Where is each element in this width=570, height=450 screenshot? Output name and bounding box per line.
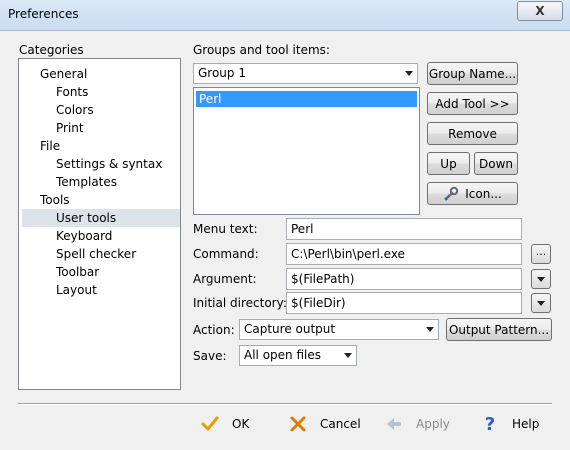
action-select-value: Capture output: [244, 322, 336, 336]
category-item[interactable]: General: [40, 65, 87, 83]
category-item[interactable]: Settings & syntax: [56, 155, 162, 173]
add-tool-button[interactable]: Add Tool >>: [427, 92, 518, 115]
group-select[interactable]: Group 1: [193, 63, 418, 84]
browse-button-label: ...: [535, 245, 547, 258]
action-label: Action:: [193, 323, 235, 337]
up-button-label: Up: [440, 156, 457, 171]
apply-button[interactable]: Apply: [382, 412, 450, 436]
group-select-value: Group 1: [198, 66, 246, 80]
groups-label: Groups and tool items:: [193, 43, 330, 57]
group-name-button[interactable]: Group Name...: [427, 62, 518, 85]
argument-input[interactable]: $(FilePath): [286, 268, 522, 290]
command-input[interactable]: C:\Perl\bin\perl.exe: [286, 243, 522, 265]
output-pattern-button[interactable]: Output Pattern...: [446, 318, 552, 341]
down-button-label: Down: [478, 156, 513, 171]
argument-value: $(FilePath): [291, 272, 355, 286]
chevron-down-icon: [426, 327, 434, 332]
title-bar: Preferences X: [0, 0, 570, 31]
down-button[interactable]: Down: [474, 152, 518, 175]
category-item[interactable]: Fonts: [56, 83, 88, 101]
close-icon: X: [535, 4, 545, 18]
category-item[interactable]: Toolbar: [56, 263, 99, 281]
remove-button[interactable]: Remove: [427, 122, 518, 145]
category-item[interactable]: Keyboard: [56, 227, 112, 245]
argument-menu-button[interactable]: [531, 269, 551, 289]
chevron-down-icon: [537, 300, 545, 306]
category-item[interactable]: Colors: [56, 101, 94, 119]
categories-tree[interactable]: General Fonts Colors Print File Settings & sy…: [18, 58, 181, 390]
apply-button-label: Apply: [416, 417, 450, 431]
output-pattern-button-label: Output Pattern...: [448, 322, 550, 337]
save-label: Save:: [193, 349, 227, 363]
close-button[interactable]: X: [517, 1, 563, 21]
cancel-x-icon: [286, 412, 310, 436]
categories-label: Categories: [19, 43, 84, 57]
initial-directory-label: Initial directory:: [193, 296, 287, 310]
help-icon: ?: [484, 413, 496, 435]
save-select-value: All open files: [244, 348, 321, 362]
category-item[interactable]: Print: [56, 119, 84, 137]
chevron-down-icon: [344, 353, 352, 358]
help-button[interactable]: ? Help: [478, 412, 540, 436]
remove-button-label: Remove: [448, 126, 497, 141]
group-name-button-label: Group Name...: [428, 66, 517, 81]
initial-directory-menu-button[interactable]: [531, 293, 551, 313]
command-label: Command:: [193, 247, 259, 261]
chevron-down-icon: [405, 71, 413, 76]
menu-text-input[interactable]: Perl: [286, 218, 522, 240]
arrow-left-icon: [382, 412, 406, 436]
command-value: C:\Perl\bin\perl.exe: [291, 247, 405, 261]
cancel-button[interactable]: Cancel: [286, 412, 361, 436]
cancel-button-label: Cancel: [320, 417, 361, 431]
initial-directory-value: $(FileDir): [291, 296, 346, 310]
category-item[interactable]: Tools: [40, 191, 70, 209]
up-button[interactable]: Up: [427, 152, 470, 175]
add-tool-button-label: Add Tool >>: [435, 96, 510, 111]
ok-button-label: OK: [232, 417, 250, 431]
category-item[interactable]: Templates: [56, 173, 117, 191]
window-title: Preferences: [8, 7, 79, 21]
browse-button[interactable]: ...: [531, 244, 551, 264]
initial-directory-input[interactable]: $(FileDir): [286, 292, 522, 314]
tool-list[interactable]: Perl: [193, 87, 420, 215]
wrench-icon: [443, 186, 459, 202]
icon-button[interactable]: Icon...: [427, 182, 518, 205]
save-select[interactable]: All open files: [239, 345, 357, 366]
checkmark-icon: [198, 412, 222, 436]
ok-button[interactable]: OK: [198, 412, 249, 436]
category-item[interactable]: Spell checker: [56, 245, 136, 263]
tool-list-item[interactable]: Perl: [196, 91, 417, 107]
help-button-label: Help: [512, 417, 540, 431]
menu-text-value: Perl: [291, 222, 314, 236]
category-item[interactable]: Layout: [56, 281, 97, 299]
argument-label: Argument:: [193, 272, 257, 286]
icon-button-label: Icon...: [465, 186, 502, 201]
chevron-down-icon: [537, 276, 545, 282]
footer-separator: [18, 403, 552, 405]
action-select[interactable]: Capture output: [239, 319, 439, 340]
menu-text-label: Menu text:: [193, 222, 258, 236]
category-item[interactable]: File: [40, 137, 60, 155]
category-item[interactable]: User tools: [56, 209, 116, 227]
